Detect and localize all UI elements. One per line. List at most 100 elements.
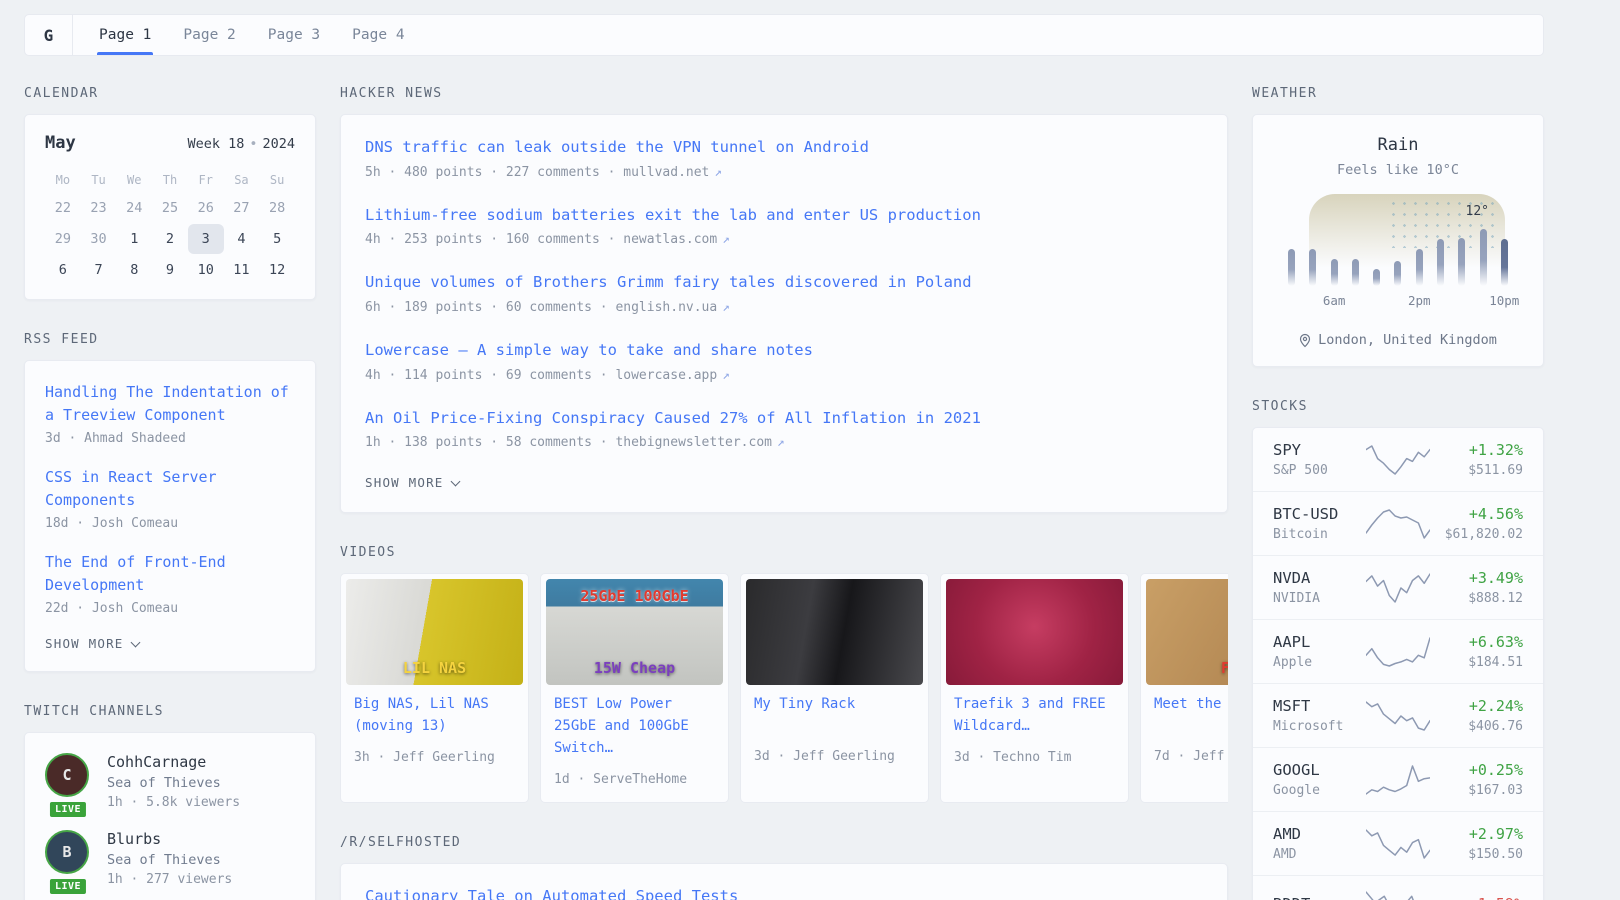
stock-row[interactable]: SPY S&P 500 +1.32% $511.69: [1253, 428, 1543, 491]
external-link-icon[interactable]: ↗: [777, 434, 785, 449]
video-title-link[interactable]: Big NAS, Lil NAS (moving 13): [354, 694, 515, 737]
external-link-icon[interactable]: ↗: [722, 231, 730, 246]
left-column: CALENDAR May Week 18•2024 Mo Tu: [24, 86, 316, 900]
twitch-channel-meta: 1h · 277 viewers: [107, 872, 232, 887]
hn-post: Unique volumes of Brothers Grimm fairy t…: [365, 272, 1203, 315]
weather-temp-bar: [1373, 269, 1380, 286]
live-badge: LIVE: [48, 800, 88, 819]
stock-row[interactable]: AMD AMD +2.97% $150.50: [1253, 811, 1543, 875]
calendar-day: 3: [188, 224, 224, 254]
video-title-link[interactable]: Meet the Linux Clu: [1154, 694, 1228, 737]
hn-post-link[interactable]: Lithium-free sodium batteries exit the l…: [365, 205, 1203, 227]
section-title-selfhosted: /R/SELFHOSTED: [340, 835, 1228, 850]
calendar-day: 10: [188, 255, 224, 285]
section-title-weather: WEATHER: [1252, 86, 1544, 101]
nav-tab[interactable]: Page 2: [167, 15, 251, 55]
hn-post-link[interactable]: Unique volumes of Brothers Grimm fairy t…: [365, 272, 1203, 294]
stock-name: AMD: [1273, 847, 1366, 862]
rss-show-more-button[interactable]: SHOW MORE: [45, 636, 295, 651]
calendar-days: 22 23 24 25 26 27 28: [45, 193, 295, 285]
nav-tab[interactable]: Page 1: [83, 15, 167, 55]
twitch-channel-name[interactable]: CohhCarnage: [107, 753, 240, 771]
stock-name: Google: [1273, 783, 1366, 798]
external-link-icon[interactable]: ↗: [714, 164, 722, 179]
nav-tab-label: Page 2: [183, 27, 235, 43]
reddit-post: Cautionary Tale on Automated Speed Tests…: [365, 886, 1203, 900]
calendar-day-header: Th: [152, 167, 188, 193]
thumbnail-overlay-text: 15W Cheap: [546, 659, 723, 677]
twitch-channel-name[interactable]: Blurbs: [107, 830, 232, 848]
page-tabs: Page 1 Page 2 Page 3 Page 4: [73, 15, 431, 55]
video-title-link[interactable]: My Tiny Rack: [754, 694, 915, 737]
stocks-section: STOCKS SPY S&P 500 +1.32% $511.69: [1252, 399, 1544, 900]
nav-tab[interactable]: Page 3: [252, 15, 336, 55]
weather-temp-bar: [1437, 239, 1444, 286]
twitch-avatar-wrap: B LIVE: [45, 830, 91, 887]
calendar-day: 25: [152, 193, 188, 223]
video-meta: 1d · ServeTheHome: [554, 772, 715, 787]
twitch-channel-item[interactable]: B LIVE Blurbs Sea of Thieves 1h · 277 vi…: [45, 830, 295, 887]
video-thumbnail[interactable]: [946, 579, 1123, 685]
calendar-day: 5: [259, 224, 295, 254]
stock-price: $888.12: [1430, 591, 1523, 606]
calendar-day: 9: [152, 255, 188, 285]
weather-bar-column: 2pm: [1409, 202, 1430, 286]
external-link-icon[interactable]: ↗: [722, 299, 730, 314]
nav-tab[interactable]: Page 4: [336, 15, 420, 55]
stock-row[interactable]: RDDT -1.59%: [1253, 875, 1543, 900]
weather-hourly-chart: 6am: [1271, 190, 1525, 308]
video-thumbnail[interactable]: FAS: [1146, 579, 1228, 685]
reddit-post-link[interactable]: Cautionary Tale on Automated Speed Tests: [365, 886, 1203, 900]
stock-row[interactable]: GOOGL Google +0.25% $167.03: [1253, 747, 1543, 811]
rss-item-link[interactable]: Handling The Indentation of a Treeview C…: [45, 381, 295, 426]
hn-post-meta: 5h · 480 points · 227 comments · mullvad…: [365, 164, 1203, 180]
thumbnail-overlay-text: FAS: [1146, 659, 1228, 677]
calendar-day-header: Tu: [81, 167, 117, 193]
calendar-day: 11: [224, 255, 260, 285]
videos-row: LIL NAS Big NAS, Lil NAS (moving 13) 3h …: [340, 573, 1228, 802]
calendar-day: 27: [224, 193, 260, 223]
video-title-link[interactable]: Traefik 3 and FREE Wildcard…: [954, 694, 1115, 737]
rss-item-link[interactable]: The End of Front-End Development: [45, 551, 295, 596]
app-logo[interactable]: G: [25, 15, 73, 55]
rss-section: RSS FEED Handling The Indentation of a T…: [24, 332, 316, 672]
calendar-day-header: Mo: [45, 167, 81, 193]
rss-item-meta: 22d · Josh Comeau: [45, 601, 295, 616]
stock-change: +2.24%: [1430, 697, 1523, 715]
weather-bar-column: 6am: [1324, 202, 1345, 286]
thumbnail-overlay-text-top: 25GbE 100GbE: [546, 587, 723, 605]
weather-bar-column: [1387, 202, 1408, 286]
stock-row[interactable]: MSFT Microsoft +2.24% $406.76: [1253, 683, 1543, 747]
video-thumbnail[interactable]: LIL NAS: [346, 579, 523, 685]
stock-row[interactable]: BTC-USD Bitcoin +4.56% $61,820.02: [1253, 491, 1543, 555]
hn-post-meta: 4h · 114 points · 69 comments · lowercas…: [365, 367, 1203, 383]
weather-card: Rain Feels like 10°C: [1252, 114, 1544, 367]
video-title-link[interactable]: BEST Low Power 25GbE and 100GbE Switch…: [554, 694, 715, 759]
video-body: BEST Low Power 25GbE and 100GbE Switch… …: [546, 685, 723, 796]
weather-temp-bar: [1331, 259, 1338, 286]
hn-post-link[interactable]: Lowercase – A simple way to take and sha…: [365, 340, 1203, 362]
stock-row[interactable]: NVDA NVIDIA +3.49% $888.12: [1253, 555, 1543, 619]
twitch-channel-item[interactable]: C LIVE CohhCarnage Sea of Thieves 1h · 5…: [45, 753, 295, 810]
video-thumbnail[interactable]: 25GbE 100GbE 15W Cheap: [546, 579, 723, 685]
hn-post-link[interactable]: An Oil Price-Fixing Conspiracy Caused 27…: [365, 408, 1203, 430]
stock-change: +4.56%: [1430, 505, 1523, 523]
twitch-channel-game: Sea of Thieves: [107, 852, 232, 868]
rss-item: Handling The Indentation of a Treeview C…: [45, 381, 295, 446]
weather-time-label: 10pm: [1489, 293, 1519, 308]
calendar-day: 28: [259, 193, 295, 223]
avatar: B: [45, 830, 89, 874]
stock-row[interactable]: AAPL Apple +6.63% $184.51: [1253, 619, 1543, 683]
video-card: FAS Meet the Linux Clu 7d · Jeff: [1140, 573, 1228, 802]
stock-name: Microsoft: [1273, 719, 1366, 734]
video-thumbnail[interactable]: [746, 579, 923, 685]
external-link-icon[interactable]: ↗: [722, 367, 730, 382]
weather-time-label: 2pm: [1408, 293, 1431, 308]
weather-location[interactable]: London, United Kingdom: [1271, 332, 1525, 348]
hn-show-more-button[interactable]: SHOW MORE: [365, 475, 1203, 490]
separator-dot: •: [249, 136, 257, 152]
calendar-day: 26: [188, 193, 224, 223]
rss-item-link[interactable]: CSS in React Server Components: [45, 466, 295, 511]
hn-post-link[interactable]: DNS traffic can leak outside the VPN tun…: [365, 137, 1203, 159]
hacker-news-card: DNS traffic can leak outside the VPN tun…: [340, 114, 1228, 513]
